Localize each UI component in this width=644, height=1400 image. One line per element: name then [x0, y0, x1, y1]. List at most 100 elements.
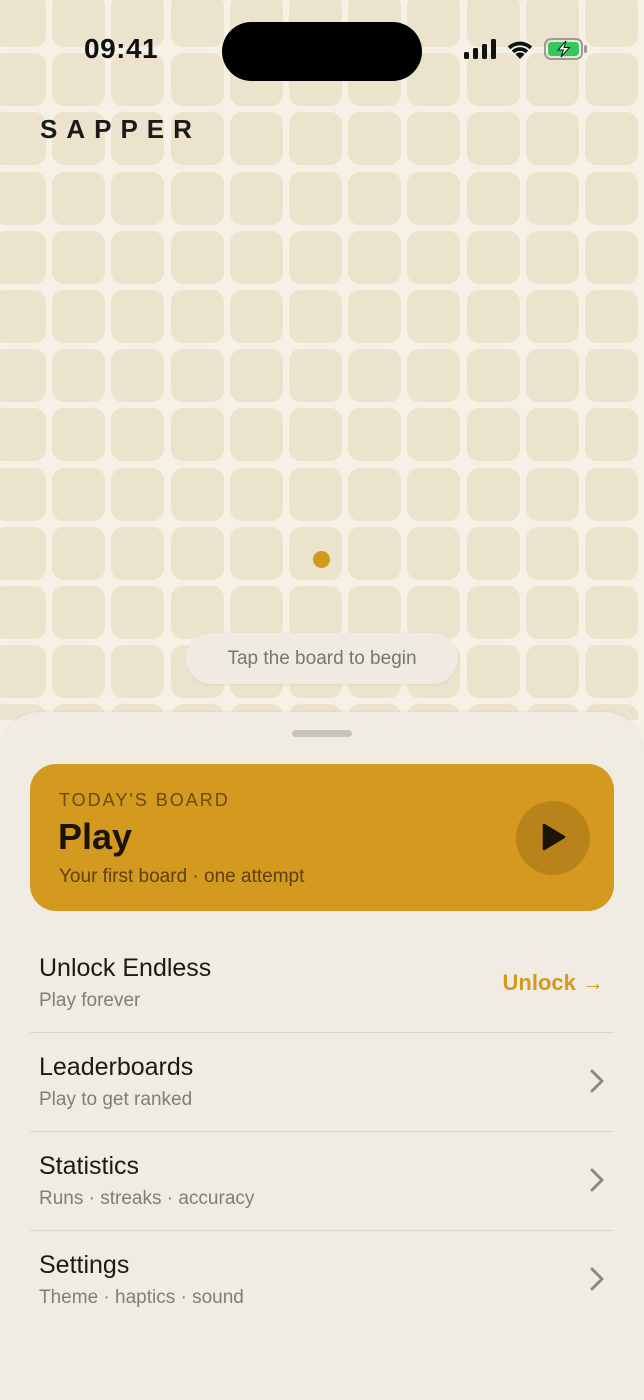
board-tile[interactable] — [52, 290, 106, 343]
board-tile[interactable] — [585, 171, 638, 225]
play-button[interactable] — [516, 801, 590, 875]
board-tile[interactable] — [525, 408, 579, 462]
board-tile[interactable] — [229, 171, 283, 225]
board-tile[interactable] — [111, 349, 165, 403]
board-tile[interactable] — [0, 0, 46, 47]
board-tile[interactable] — [289, 230, 342, 284]
menu-item-settings[interactable]: Settings Theme · haptics · sound — [30, 1231, 614, 1329]
board-tile[interactable] — [466, 290, 520, 343]
board-tile[interactable] — [525, 645, 579, 699]
board-tile[interactable] — [289, 467, 342, 521]
board-tile[interactable] — [585, 53, 638, 107]
board-tile[interactable] — [170, 230, 224, 284]
board-tile[interactable] — [52, 645, 106, 699]
board-tile[interactable] — [407, 349, 461, 403]
board-tile[interactable] — [170, 467, 224, 521]
board-tile[interactable] — [585, 290, 638, 343]
board-tile[interactable] — [289, 112, 342, 166]
board-tile[interactable] — [0, 230, 46, 284]
board-tile[interactable] — [348, 586, 402, 639]
board-tile[interactable] — [348, 290, 402, 343]
board-tile[interactable] — [525, 112, 579, 166]
board-tile[interactable] — [0, 467, 46, 521]
board-tile[interactable] — [525, 586, 579, 639]
board-tile[interactable] — [170, 526, 224, 580]
board-tile[interactable] — [0, 526, 46, 580]
board-tile[interactable] — [585, 408, 638, 462]
board-tile[interactable] — [170, 290, 224, 343]
board-tile[interactable] — [525, 526, 579, 580]
board-tile[interactable] — [0, 171, 46, 225]
board-tile[interactable] — [0, 408, 46, 462]
board-tile[interactable] — [111, 467, 165, 521]
board-tile[interactable] — [0, 349, 46, 403]
board-tile[interactable] — [170, 349, 224, 403]
board-tile[interactable] — [348, 349, 402, 403]
board-tile[interactable] — [585, 467, 638, 521]
board-tile[interactable] — [52, 526, 106, 580]
board-tile[interactable] — [111, 526, 165, 580]
board-tile[interactable] — [466, 645, 520, 699]
board-tile[interactable] — [289, 171, 342, 225]
board-tile[interactable] — [585, 0, 638, 47]
board-tile[interactable] — [229, 526, 283, 580]
board-tile[interactable] — [111, 645, 165, 699]
board-tile[interactable] — [170, 586, 224, 639]
board-tile[interactable] — [466, 171, 520, 225]
menu-item-statistics[interactable]: Statistics Runs · streaks · accuracy — [30, 1132, 614, 1231]
board-tile[interactable] — [229, 586, 283, 639]
board-tile[interactable] — [407, 290, 461, 343]
board-tile[interactable] — [407, 586, 461, 639]
board-tile[interactable] — [170, 171, 224, 225]
board-tile[interactable] — [229, 112, 283, 166]
board-tile[interactable] — [229, 290, 283, 343]
board-tile[interactable] — [525, 290, 579, 343]
board-tile[interactable] — [348, 467, 402, 521]
board-tile[interactable] — [466, 349, 520, 403]
board-tile[interactable] — [466, 408, 520, 462]
board-tile[interactable] — [229, 408, 283, 462]
board-tile[interactable] — [525, 171, 579, 225]
board-tile[interactable] — [170, 0, 224, 47]
sheet-grabber[interactable] — [292, 730, 352, 737]
board-tile[interactable] — [0, 645, 46, 699]
board-tile[interactable] — [289, 586, 342, 639]
board-tile[interactable] — [0, 290, 46, 343]
board-tile[interactable] — [466, 586, 520, 639]
board-tile[interactable] — [229, 230, 283, 284]
board-tile[interactable] — [466, 112, 520, 166]
board-tile[interactable] — [52, 467, 106, 521]
board-tile[interactable] — [407, 408, 461, 462]
board-tile[interactable] — [407, 171, 461, 225]
board-tile[interactable] — [348, 526, 402, 580]
board-tile[interactable] — [348, 171, 402, 225]
game-board[interactable] — [0, 0, 644, 720]
board-tile[interactable] — [52, 349, 106, 403]
unlock-link[interactable]: Unlock → — [503, 970, 604, 996]
board-tile[interactable] — [585, 645, 638, 699]
board-tile[interactable] — [525, 230, 579, 284]
board-tile[interactable] — [52, 586, 106, 639]
board-tile[interactable] — [0, 53, 46, 107]
board-tile[interactable] — [289, 290, 342, 343]
board-tile[interactable] — [170, 408, 224, 462]
board-tile[interactable] — [52, 230, 106, 284]
board-tile[interactable] — [229, 467, 283, 521]
menu-item-unlock-endless[interactable]: Unlock Endless Play forever Unlock → — [30, 934, 614, 1033]
board-tile[interactable] — [525, 467, 579, 521]
board-tile[interactable] — [289, 408, 342, 462]
board-tile[interactable] — [111, 290, 165, 343]
board-tile[interactable] — [466, 526, 520, 580]
board-tile[interactable] — [229, 349, 283, 403]
board-tile[interactable] — [348, 230, 402, 284]
board-tile[interactable] — [111, 171, 165, 225]
board-tile[interactable] — [585, 112, 638, 166]
board-tile[interactable] — [111, 408, 165, 462]
board-tile[interactable] — [348, 112, 402, 166]
board-tile[interactable] — [289, 349, 342, 403]
board-tile[interactable] — [585, 526, 638, 580]
board-tile[interactable] — [111, 230, 165, 284]
board-tile[interactable] — [0, 586, 46, 639]
board-tile[interactable] — [170, 53, 224, 107]
board-tile[interactable] — [407, 112, 461, 166]
